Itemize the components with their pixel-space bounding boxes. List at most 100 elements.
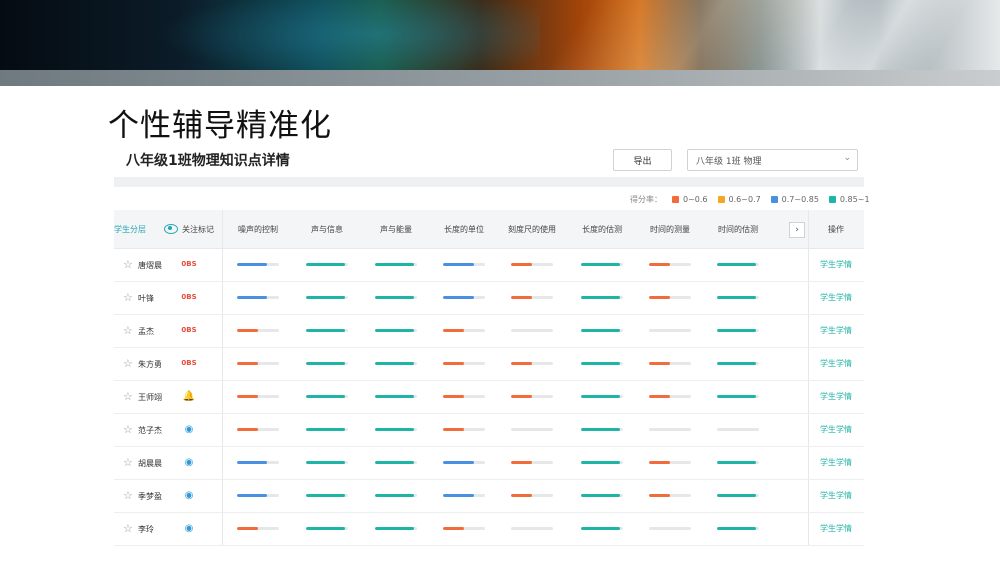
score-bar-fill <box>511 395 532 398</box>
score-bar <box>581 263 623 266</box>
score-bar-fill <box>375 494 414 497</box>
column-header[interactable]: 刻度尺的使用 <box>500 210 564 248</box>
score-bar-fill <box>581 527 620 530</box>
score-bar <box>511 494 553 497</box>
student-detail-link[interactable]: 学生学情 <box>820 292 852 303</box>
score-cell <box>500 347 564 380</box>
score-cell <box>364 380 428 413</box>
score-bar <box>511 296 553 299</box>
score-bar-fill <box>375 461 414 464</box>
op-cell: 学生学情 <box>811 479 861 512</box>
student-detail-link[interactable]: 学生学情 <box>820 259 852 270</box>
chevron-right-icon[interactable]: › <box>789 222 805 238</box>
star-icon[interactable]: ☆ <box>123 522 133 535</box>
score-bar <box>375 461 417 464</box>
score-bar-fill <box>375 428 414 431</box>
score-bar <box>306 494 348 497</box>
score-bar <box>306 428 348 431</box>
score-bar-fill <box>511 461 532 464</box>
score-bar <box>237 395 279 398</box>
student-detail-link[interactable]: 学生学情 <box>820 523 852 534</box>
score-cell <box>638 281 702 314</box>
score-bar <box>443 296 485 299</box>
score-bar-fill <box>717 263 756 266</box>
score-bar <box>237 428 279 431</box>
score-cell <box>295 413 359 446</box>
score-bar-fill <box>443 263 475 266</box>
score-bar <box>306 263 348 266</box>
score-bar-fill <box>581 428 620 431</box>
student-detail-link[interactable]: 学生学情 <box>820 424 852 435</box>
score-bar-fill <box>511 296 532 299</box>
column-header[interactable]: 声与信息 <box>295 210 359 248</box>
student-name: 季梦盈 <box>138 492 162 501</box>
obs-badge-icon: 0BS <box>181 293 197 301</box>
score-cell <box>570 380 634 413</box>
score-bar-fill <box>511 362 532 365</box>
score-bar-fill <box>306 527 345 530</box>
score-bar-fill <box>717 461 756 464</box>
layer-header[interactable]: 学生分层 <box>114 210 158 248</box>
score-bar <box>443 527 485 530</box>
score-bar-fill <box>237 494 268 497</box>
student-detail-link[interactable]: 学生学情 <box>820 490 852 501</box>
export-button[interactable]: 导出 <box>613 149 672 171</box>
score-cell <box>638 248 702 281</box>
column-header[interactable]: 声与能量 <box>364 210 428 248</box>
score-cell <box>706 281 770 314</box>
star-icon[interactable]: ☆ <box>123 258 133 271</box>
column-header[interactable]: 噪声的控制 <box>226 210 290 248</box>
column-header[interactable]: 时间的估测 <box>706 210 770 248</box>
class-select-value: 八年级 1班 物理 <box>696 157 762 167</box>
score-cell <box>432 281 496 314</box>
star-icon[interactable]: ☆ <box>123 357 133 370</box>
student-detail-link[interactable]: 学生学情 <box>820 457 852 468</box>
score-bar <box>649 395 691 398</box>
column-header[interactable]: 长度的估测 <box>570 210 634 248</box>
score-bar-fill <box>375 362 414 365</box>
score-bar-fill <box>717 494 756 497</box>
column-header[interactable]: 时间的测量 <box>638 210 702 248</box>
star-icon[interactable]: ☆ <box>123 324 133 337</box>
op-cell: 学生学情 <box>811 413 861 446</box>
score-bar <box>443 428 485 431</box>
score-bar-fill <box>237 263 268 266</box>
score-bar-fill <box>443 395 464 398</box>
follow-header[interactable]: 关注标记 <box>160 210 218 248</box>
star-icon[interactable]: ☆ <box>123 291 133 304</box>
star-icon[interactable]: ☆ <box>123 423 133 436</box>
star-icon[interactable]: ☆ <box>123 390 133 403</box>
score-cell <box>432 479 496 512</box>
score-cell <box>706 446 770 479</box>
student-detail-link[interactable]: 学生学情 <box>820 391 852 402</box>
student-name: 叶锋 <box>138 294 154 303</box>
score-cell <box>295 479 359 512</box>
class-select[interactable]: 八年级 1班 物理 ⌄ <box>687 149 858 171</box>
legend-item: 0.7~0.85 <box>770 195 819 204</box>
score-legend: 得分率： 0~0.6 0.6~0.7 0.7~0.85 0.85~1 <box>630 194 870 205</box>
star-icon[interactable]: ☆ <box>123 489 133 502</box>
score-bar <box>375 329 417 332</box>
student-name: 唐熠晨 <box>138 261 162 270</box>
score-bar-fill <box>237 395 258 398</box>
table-row: ☆ 季梦盈 ◉ 学生学情 <box>114 479 864 513</box>
score-cell <box>295 380 359 413</box>
score-bar <box>581 296 623 299</box>
score-cell <box>295 281 359 314</box>
star-icon[interactable]: ☆ <box>123 456 133 469</box>
score-cell <box>638 479 702 512</box>
score-bar-fill <box>511 494 532 497</box>
score-cell <box>500 314 564 347</box>
column-header[interactable]: 长度的单位 <box>432 210 496 248</box>
score-cell <box>364 512 428 545</box>
score-bar-fill <box>649 362 670 365</box>
score-bar <box>717 461 759 464</box>
score-cell <box>500 446 564 479</box>
student-detail-link[interactable]: 学生学情 <box>820 358 852 369</box>
score-bar-fill <box>443 494 475 497</box>
score-cell <box>364 314 428 347</box>
score-bar <box>581 329 623 332</box>
score-bar <box>649 329 691 332</box>
score-bar <box>649 296 691 299</box>
student-detail-link[interactable]: 学生学情 <box>820 325 852 336</box>
